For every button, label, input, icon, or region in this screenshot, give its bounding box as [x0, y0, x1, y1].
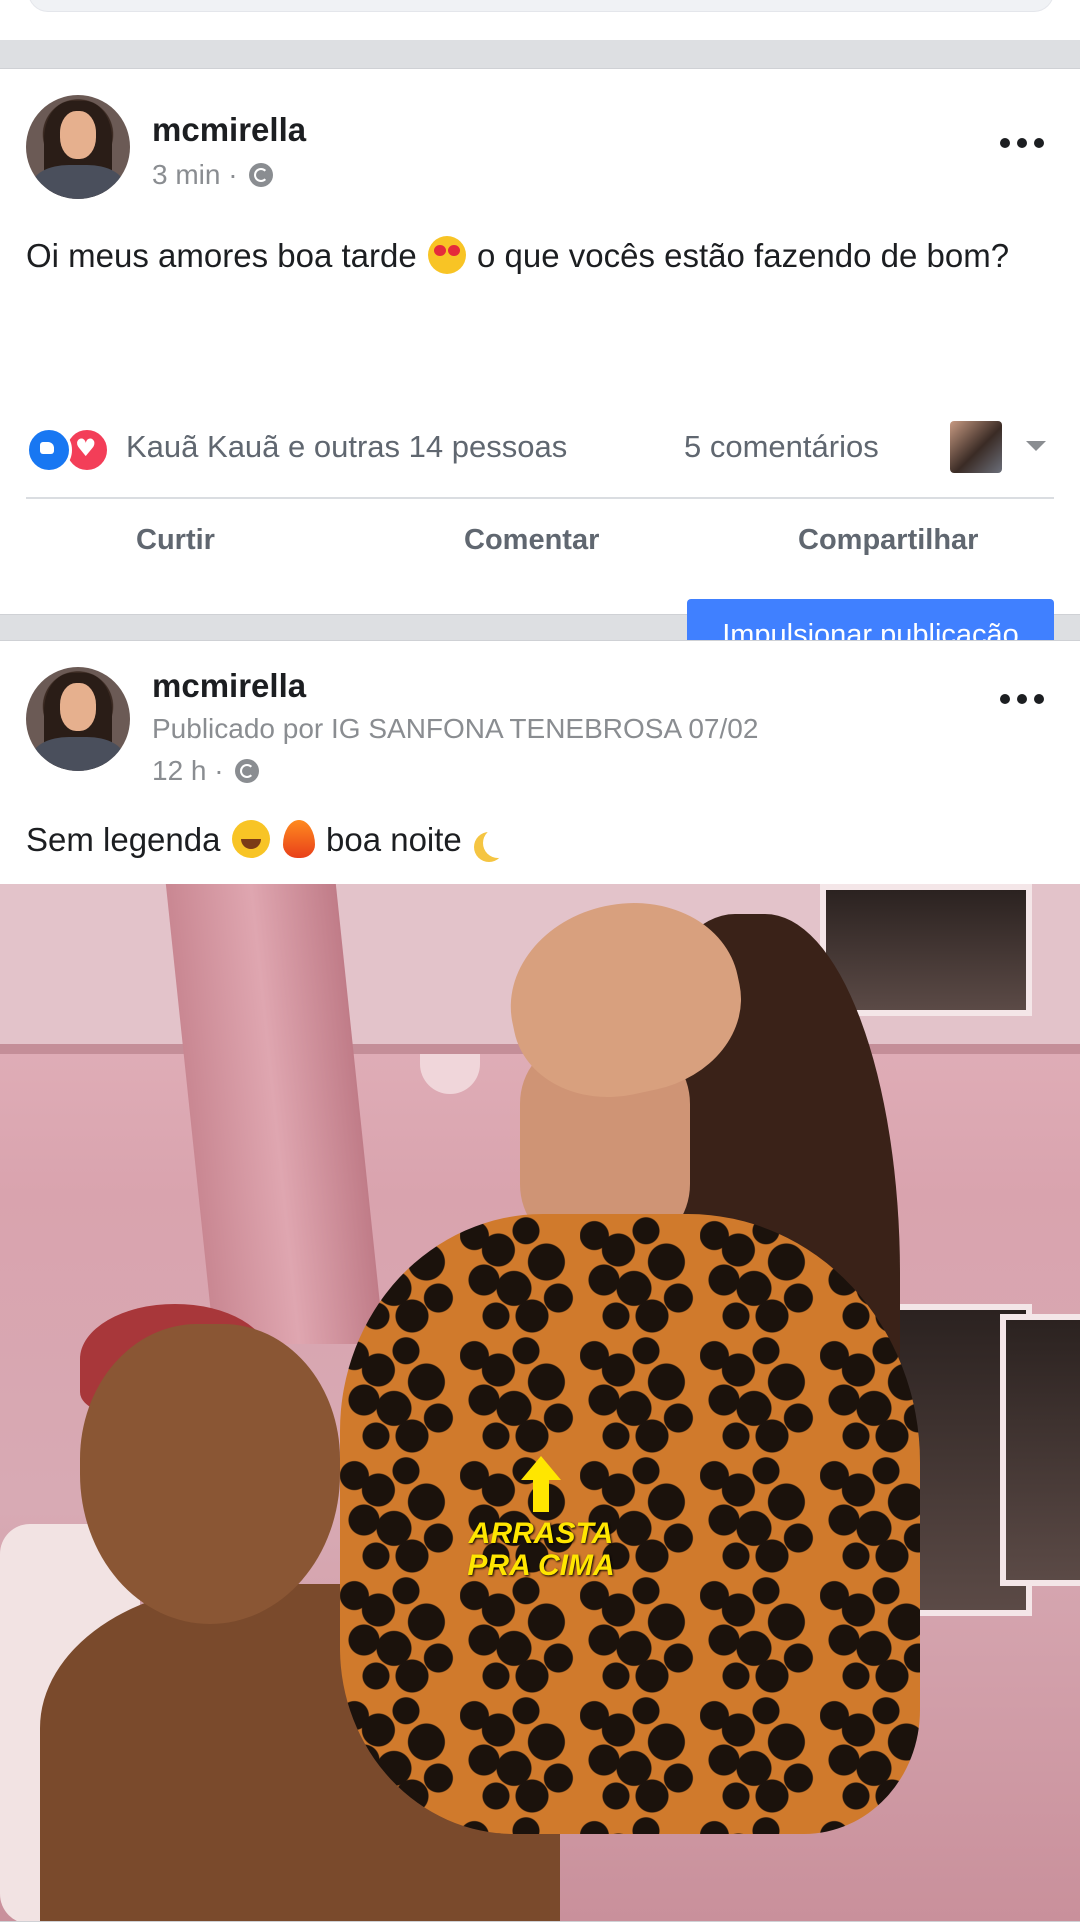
meta-separator: ·	[228, 159, 238, 190]
viewer-avatar[interactable]	[950, 421, 1002, 473]
post-text-part2: boa noite	[326, 821, 462, 858]
fire-emoji-icon	[282, 820, 315, 858]
heart-eyes-emoji-icon	[427, 236, 466, 274]
like-reaction-icon	[26, 427, 72, 473]
divider	[26, 497, 1054, 499]
post-photo[interactable]: ARRASTA PRA CIMA	[0, 884, 1080, 1921]
post-card: mcmirella Publicado por IG SANFONA TENEB…	[0, 640, 1080, 1922]
published-by[interactable]: Publicado por IG SANFONA TENEBROSA 07/02	[152, 713, 758, 745]
grinning-squinting-emoji-icon	[231, 820, 270, 858]
swipe-up-cta[interactable]: ARRASTA PRA CIMA	[466, 1456, 616, 1582]
post-meta: 12 h ·	[152, 755, 260, 787]
post-card: mcmirella 3 min · Oi meus amores boa tar…	[0, 68, 1080, 671]
avatar[interactable]	[26, 95, 130, 199]
post-time[interactable]: 12 h	[152, 755, 207, 786]
like-button[interactable]: Curtir	[136, 524, 215, 557]
swipe-up-line1: ARRASTA	[468, 1517, 614, 1550]
comment-count[interactable]: 5 comentários	[684, 429, 879, 465]
more-options-icon[interactable]	[1000, 693, 1044, 705]
reactions-bar[interactable]: Kauã Kauã e outras 14 pessoas 5 comentár…	[26, 421, 1054, 473]
globe-icon	[235, 759, 260, 783]
arrow-up-icon	[521, 1456, 561, 1512]
post-meta: 3 min ·	[152, 159, 274, 191]
post-text-part1: Oi meus amores boa tarde	[26, 237, 417, 274]
post-time[interactable]: 3 min	[152, 159, 220, 190]
post-text: Oi meus amores boa tarde o que vocês est…	[26, 233, 1054, 279]
post-text: Sem legenda boa noite	[26, 817, 1054, 863]
crescent-moon-emoji-icon	[483, 828, 513, 858]
post-text-part1: Sem legenda	[26, 821, 221, 858]
reaction-names[interactable]: Kauã Kauã e outras 14 pessoas	[126, 429, 567, 465]
comment-button[interactable]: Comentar	[464, 524, 599, 557]
avatar[interactable]	[26, 667, 130, 771]
globe-icon	[249, 163, 274, 187]
swipe-up-line2: PRA CIMA	[467, 1549, 615, 1582]
top-search-strip	[0, 0, 1080, 40]
search-bar-edge[interactable]	[28, 0, 1054, 12]
more-options-icon[interactable]	[1000, 137, 1044, 149]
chevron-down-icon[interactable]	[1026, 441, 1046, 451]
post-text-part2: o que vocês estão fazendo de bom?	[477, 237, 1010, 274]
post-author[interactable]: mcmirella	[152, 667, 306, 705]
share-button[interactable]: Compartilhar	[798, 524, 978, 557]
meta-separator: ·	[214, 755, 224, 786]
post-author[interactable]: mcmirella	[152, 111, 306, 149]
